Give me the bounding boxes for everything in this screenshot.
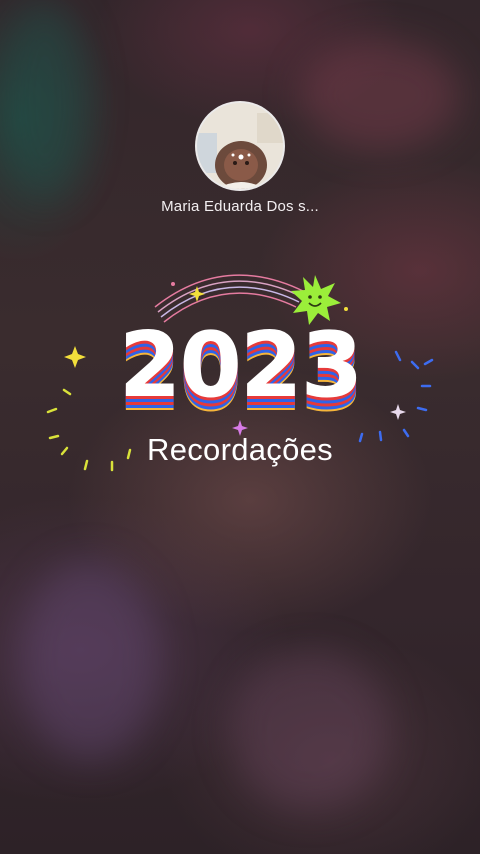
background-blur bbox=[0, 0, 90, 200]
background-blur bbox=[230, 650, 390, 810]
contact-name[interactable]: Maria Eduarda Dos s... bbox=[0, 198, 480, 215]
avatar[interactable] bbox=[197, 103, 283, 189]
year-title: 2023 bbox=[118, 313, 364, 418]
background-blur bbox=[20, 560, 160, 760]
avatar-photo bbox=[197, 103, 283, 189]
memories-screen[interactable]: Maria Eduarda Dos s... 2023 Recordações bbox=[0, 0, 480, 854]
memories-subtitle: Recordações bbox=[147, 432, 333, 467]
sparkle-dot bbox=[344, 307, 348, 311]
sparkle-dot bbox=[171, 282, 175, 286]
background-blur bbox=[300, 40, 460, 150]
